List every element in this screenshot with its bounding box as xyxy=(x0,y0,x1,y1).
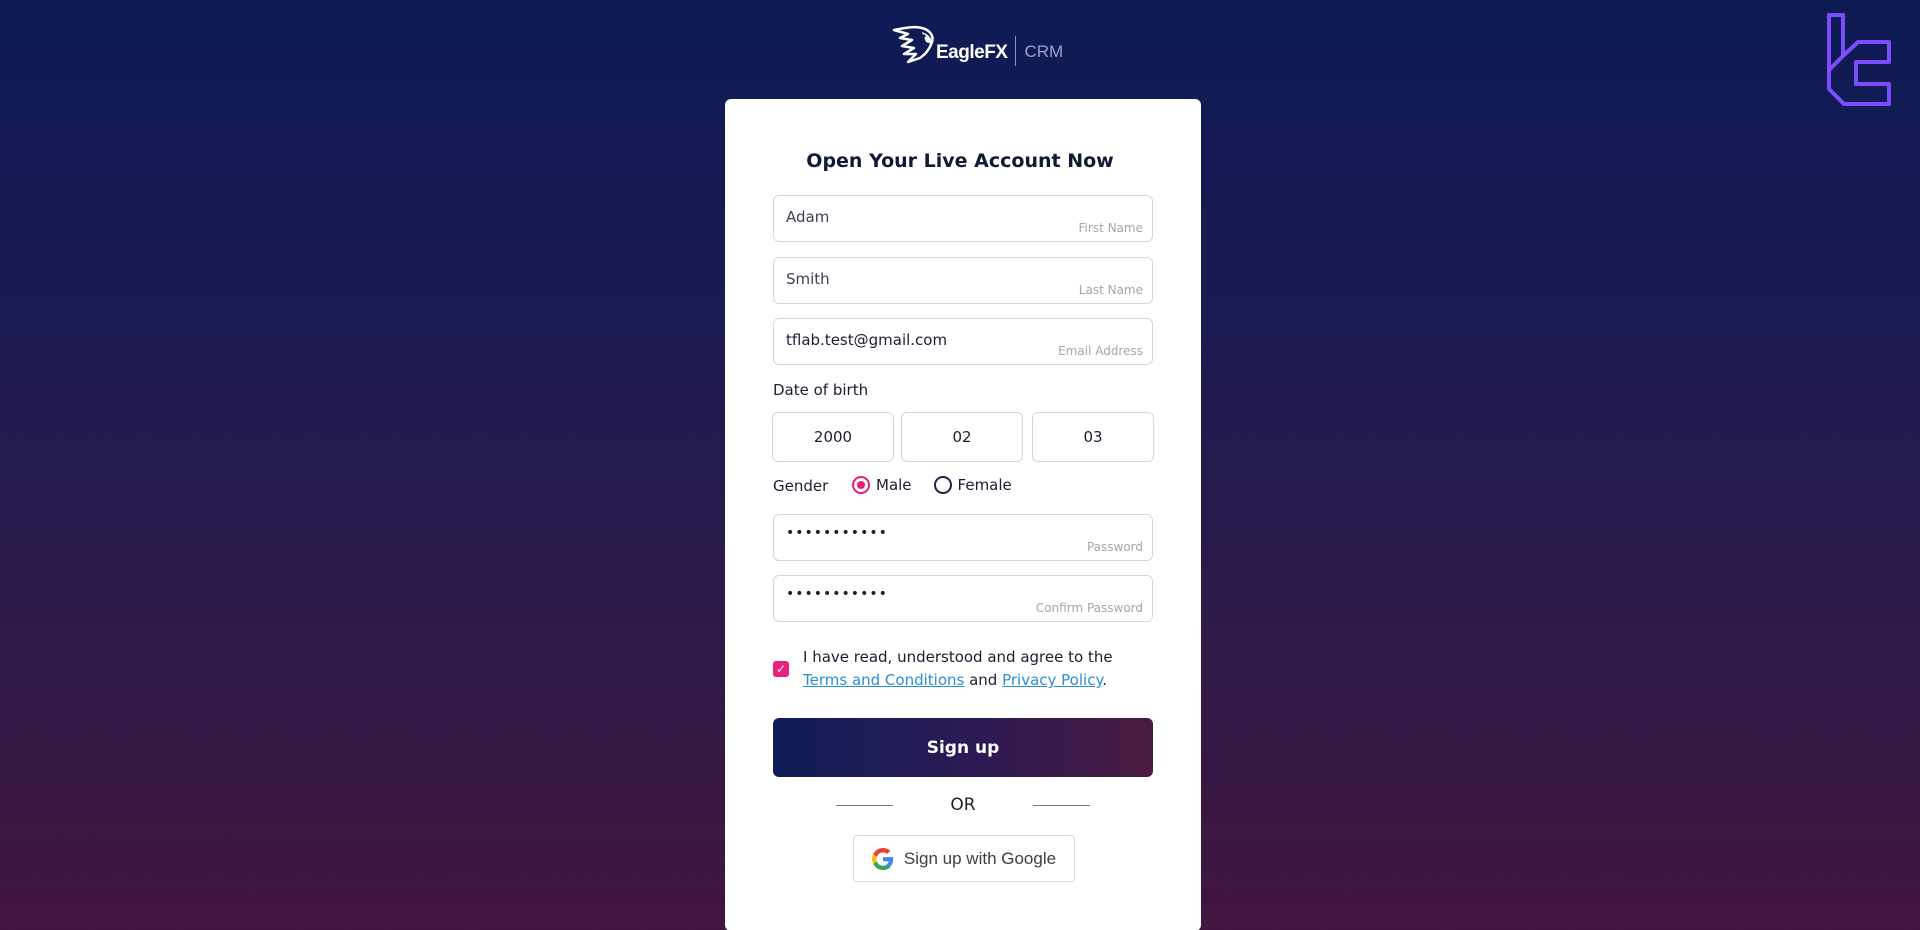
radio-selected-icon[interactable] xyxy=(852,476,870,494)
last-name-value[interactable]: Smith xyxy=(786,270,830,288)
eaglefx-logo: EagleFX CRM xyxy=(890,20,1063,72)
password-field[interactable]: ••••••••••• Password xyxy=(773,514,1153,561)
gender-radio-group: Male Female xyxy=(852,476,1034,494)
page-title: Open Your Live Account Now xyxy=(806,150,1114,172)
first-name-label: First Name xyxy=(1078,221,1143,235)
terms-checkbox[interactable]: ✓ xyxy=(773,661,789,677)
last-name-field[interactable]: Smith Last Name xyxy=(773,257,1153,304)
dob-label: Date of birth xyxy=(773,381,869,399)
google-signup-button[interactable]: Sign up with Google xyxy=(853,835,1075,882)
google-icon xyxy=(871,847,894,870)
gender-label: Gender xyxy=(773,477,829,495)
last-name-label: Last Name xyxy=(1078,283,1143,297)
google-signup-label: Sign up with Google xyxy=(903,848,1057,868)
password-value[interactable]: ••••••••••• xyxy=(786,525,888,541)
tradingfinder-logo-icon xyxy=(1827,13,1891,106)
email-label: Email Address xyxy=(1058,344,1143,358)
brand-name: EagleFX xyxy=(936,42,1008,63)
first-name-value[interactable]: Adam xyxy=(786,208,829,226)
gender-option-label: Female xyxy=(957,476,1012,494)
confirm-password-field[interactable]: ••••••••••• Confirm Password xyxy=(773,575,1153,622)
terms-middle: and xyxy=(964,671,1003,689)
terms-suffix: . xyxy=(1102,671,1107,689)
gender-radio-male[interactable]: Male xyxy=(852,476,912,494)
terms-text: I have read, understood and agree to the… xyxy=(803,646,1153,692)
signup-button[interactable]: Sign up xyxy=(773,718,1153,777)
logo-divider xyxy=(1015,36,1017,66)
gender-radio-female[interactable]: Female xyxy=(933,476,1012,494)
dob-year-input[interactable]: 2000 xyxy=(772,412,894,462)
confirm-password-label: Confirm Password xyxy=(1035,601,1143,615)
eagle-icon xyxy=(892,25,934,64)
terms-link[interactable]: Terms and Conditions xyxy=(803,671,964,689)
confirm-password-value[interactable]: ••••••••••• xyxy=(786,586,888,602)
terms-agreement: ✓ I have read, understood and agree to t… xyxy=(773,646,1153,692)
first-name-field[interactable]: Adam First Name xyxy=(773,195,1153,242)
dob-month-input[interactable]: 02 xyxy=(901,412,1023,462)
brand-suffix: CRM xyxy=(1024,42,1064,61)
terms-prefix: I have read, understood and agree to the xyxy=(803,648,1113,666)
divider-line xyxy=(1033,805,1090,806)
or-divider: OR xyxy=(836,793,1090,817)
privacy-link[interactable]: Privacy Policy xyxy=(1002,671,1102,689)
dob-day-input[interactable]: 03 xyxy=(1032,412,1154,462)
gender-option-label: Male xyxy=(876,476,912,494)
email-field[interactable]: tflab.test@gmail.com Email Address xyxy=(773,318,1153,365)
password-label: Password xyxy=(1086,540,1143,554)
email-value[interactable]: tflab.test@gmail.com xyxy=(786,331,947,349)
radio-unselected-icon[interactable] xyxy=(933,476,952,494)
